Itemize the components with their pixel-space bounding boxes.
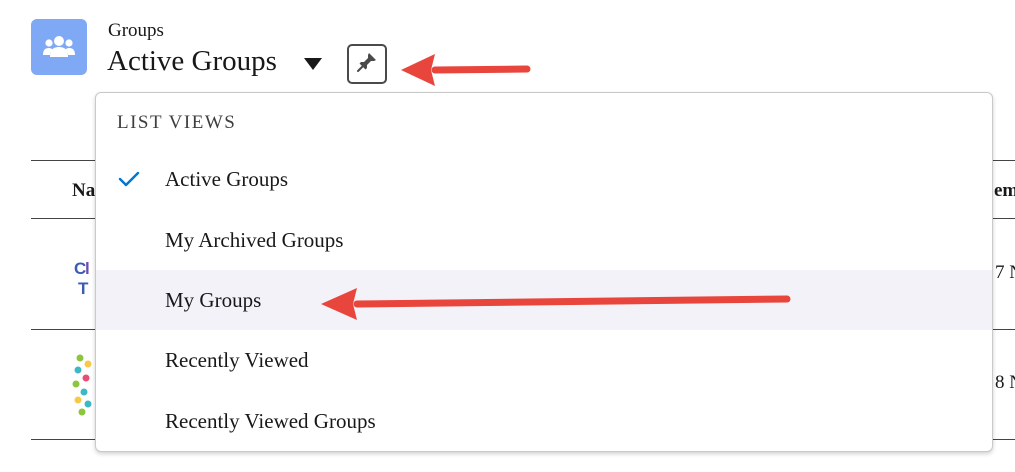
annotation-arrow-pin	[401, 54, 531, 86]
list-view-option-active-groups[interactable]: Active Groups	[96, 149, 992, 209]
group-logo[interactable]	[70, 352, 96, 423]
list-views-heading: LIST VIEWS	[117, 112, 237, 133]
pin-list-view-button[interactable]	[347, 44, 387, 84]
list-view-option-label: Active Groups	[165, 166, 289, 191]
list-view-option-label: Recently Viewed Groups	[165, 408, 376, 433]
list-view-option-recently-viewed[interactable]: Recently Viewed	[96, 330, 992, 390]
list-view-option-my-archived-groups[interactable]: My Archived Groups	[96, 210, 992, 270]
pin-icon	[356, 51, 378, 78]
table-cell-partial: 8 N	[995, 372, 1015, 393]
list-view-option-my-groups[interactable]: My Groups	[96, 270, 992, 330]
svg-text:l: l	[85, 259, 90, 278]
page: Groups Active Groups Na em C l T 7 8 LIS…	[0, 0, 1015, 472]
column-header-name[interactable]: Na	[72, 180, 95, 202]
list-views-dropdown: LIST VIEWS Active Groups My Archived Gro…	[95, 92, 993, 452]
check-icon	[118, 170, 140, 188]
list-view-title[interactable]: Active Groups	[107, 44, 277, 78]
list-view-option-label: My Groups	[165, 287, 262, 312]
chevron-down-icon[interactable]	[302, 55, 324, 73]
svg-text:T: T	[78, 279, 89, 298]
column-header-right[interactable]: em	[994, 180, 1015, 202]
table-cell-partial: 7 N	[995, 262, 1015, 283]
list-view-option-label: My Archived Groups	[165, 227, 344, 252]
groups-icon	[31, 19, 87, 75]
list-view-option-label: Recently Viewed	[165, 347, 309, 372]
object-label: Groups	[108, 20, 164, 41]
group-logo[interactable]: C l T	[74, 254, 96, 305]
list-view-option-recently-viewed-groups[interactable]: Recently Viewed Groups	[96, 391, 992, 451]
